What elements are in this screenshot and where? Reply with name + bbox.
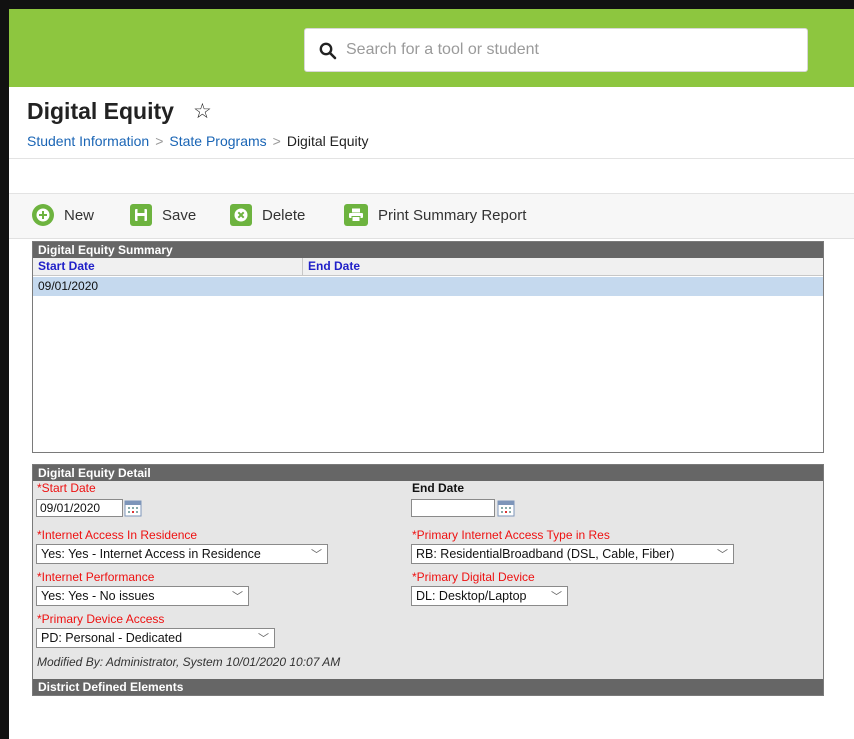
favorite-star-icon[interactable]: ☆ bbox=[193, 99, 212, 124]
calendar-icon[interactable] bbox=[124, 499, 142, 517]
printer-icon bbox=[344, 204, 368, 226]
district-defined-elements-header[interactable]: District Defined Elements bbox=[33, 679, 823, 695]
save-button[interactable]: Save bbox=[130, 202, 196, 228]
search-placeholder: Search for a tool or student bbox=[346, 41, 539, 58]
breadcrumb-item-current: Digital Equity bbox=[286, 133, 369, 149]
breadcrumb-item-state-programs[interactable]: State Programs bbox=[169, 133, 266, 149]
search-input[interactable]: Search for a tool or student bbox=[304, 28, 808, 72]
detail-panel-title: Digital Equity Detail bbox=[33, 465, 823, 481]
chevron-down-icon: ﹀ bbox=[551, 591, 562, 603]
start-date-field[interactable]: 09/01/2020 bbox=[36, 499, 123, 517]
internet-access-select[interactable]: Yes: Yes - Internet Access in Residence … bbox=[36, 544, 328, 564]
digital-device-select[interactable]: DL: Desktop/Laptop ﹀ bbox=[411, 586, 568, 606]
calendar-icon[interactable] bbox=[497, 499, 515, 517]
chevron-down-icon: ﹀ bbox=[258, 633, 269, 645]
breadcrumb-separator-icon: > bbox=[272, 133, 281, 149]
summary-panel: Digital Equity Summary Start Date End Da… bbox=[32, 241, 824, 453]
digital-device-value: DL: Desktop/Laptop bbox=[416, 589, 527, 603]
device-access-select[interactable]: PD: Personal - Dedicated ﹀ bbox=[36, 628, 275, 648]
row-start-date: 09/01/2020 bbox=[38, 279, 99, 293]
internet-access-value: Yes: Yes - Internet Access in Residence bbox=[41, 547, 261, 561]
new-button-label: New bbox=[64, 206, 95, 224]
breadcrumb: Student Information > State Programs > Digit… bbox=[27, 133, 369, 149]
search-icon bbox=[319, 42, 337, 60]
internet-performance-select[interactable]: Yes: Yes - No issues ﹀ bbox=[36, 586, 249, 606]
internet-performance-value: Yes: Yes - No issues bbox=[41, 589, 155, 603]
access-type-select[interactable]: RB: ResidentialBroadband (DSL, Cable, Fi… bbox=[411, 544, 734, 564]
divider bbox=[9, 158, 854, 159]
device-access-value: PD: Personal - Dedicated bbox=[41, 631, 183, 645]
end-date-label: End Date bbox=[412, 481, 465, 495]
delete-button[interactable]: Delete bbox=[230, 202, 305, 228]
window-border-top bbox=[0, 0, 854, 9]
action-toolbar: New Save Delete Print Summary Report bbox=[9, 194, 854, 239]
device-access-label: *Primary Device Access bbox=[37, 612, 165, 626]
summary-panel-title: Digital Equity Summary bbox=[33, 242, 823, 258]
breadcrumb-separator-icon: > bbox=[155, 133, 164, 149]
end-date-field[interactable] bbox=[411, 499, 495, 517]
new-button[interactable]: New bbox=[32, 202, 94, 228]
print-summary-report-button[interactable]: Print Summary Report bbox=[344, 202, 526, 228]
column-header-start-date[interactable]: Start Date bbox=[33, 258, 303, 275]
chevron-down-icon: ﹀ bbox=[717, 549, 728, 561]
chevron-down-icon: ﹀ bbox=[311, 549, 322, 561]
save-disk-icon bbox=[130, 204, 152, 226]
delete-x-circle-icon bbox=[230, 204, 252, 226]
chevron-down-icon: ﹀ bbox=[232, 591, 243, 603]
plus-circle-icon bbox=[32, 204, 54, 226]
table-row[interactable]: 09/01/2020 bbox=[33, 276, 823, 296]
page-title: Digital Equity bbox=[27, 98, 174, 124]
access-type-value: RB: ResidentialBroadband (DSL, Cable, Fi… bbox=[416, 547, 675, 561]
internet-access-label: *Internet Access In Residence bbox=[37, 528, 198, 542]
access-type-label: *Primary Internet Access Type in Res bbox=[412, 528, 610, 542]
save-button-label: Save bbox=[162, 206, 197, 224]
internet-performance-label: *Internet Performance bbox=[37, 570, 155, 584]
summary-table-header: Start Date End Date bbox=[33, 258, 823, 276]
detail-panel: Digital Equity Detail *Start Date 09/01/… bbox=[32, 464, 824, 696]
breadcrumb-item-student-information[interactable]: Student Information bbox=[27, 133, 149, 149]
delete-button-label: Delete bbox=[262, 206, 306, 224]
digital-device-label: *Primary Digital Device bbox=[412, 570, 535, 584]
modified-by-text: Modified By: Administrator, System 10/01… bbox=[37, 655, 341, 669]
print-summary-report-label: Print Summary Report bbox=[378, 206, 527, 224]
column-header-end-date[interactable]: End Date bbox=[303, 258, 823, 275]
start-date-label: *Start Date bbox=[37, 481, 96, 495]
window-border-left bbox=[0, 0, 9, 739]
